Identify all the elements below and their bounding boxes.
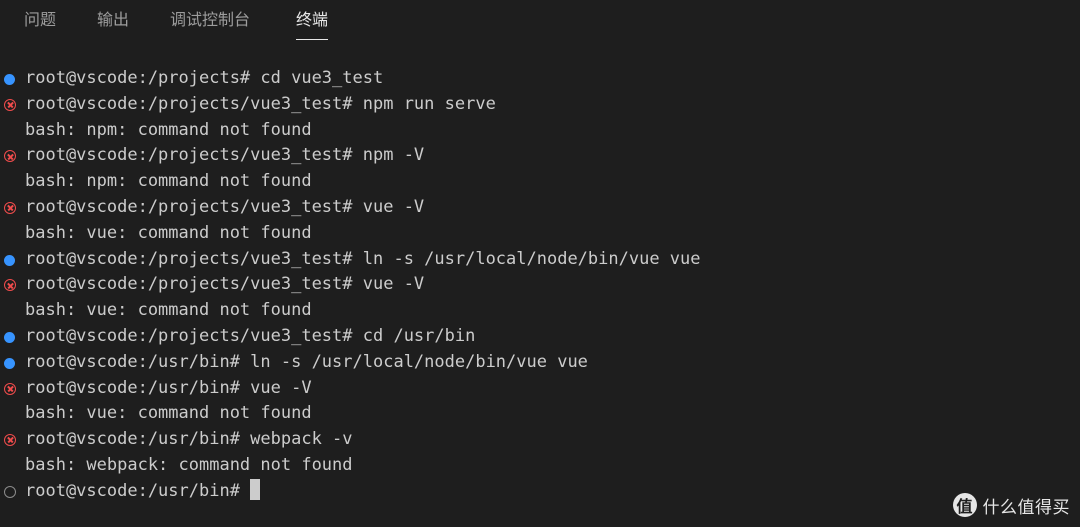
terminal-line: root@vscode:/usr/bin# vue -V — [0, 376, 1080, 402]
terminal-line: root@vscode:/projects/vue3_test# cd /usr… — [0, 324, 1080, 350]
circle-x-icon[interactable] — [4, 150, 16, 163]
terminal-line-text: bash: npm: command not found — [25, 171, 312, 192]
terminal-line-text: bash: vue: command not found — [25, 300, 312, 321]
terminal-line: bash: npm: command not found — [0, 169, 1080, 195]
terminal-line-text: bash: webpack: command not found — [25, 454, 353, 475]
terminal-line-text: root@vscode:/projects/vue3_test# npm -V — [25, 145, 425, 166]
terminal-line-text: root@vscode:/usr/bin# — [25, 478, 260, 505]
tab-terminal[interactable]: 终端 — [296, 9, 329, 40]
watermark: 值 什么值得买 — [952, 491, 1071, 519]
circle-filled-icon[interactable] — [4, 331, 15, 343]
terminal-line-text: root@vscode:/usr/bin# webpack -v — [25, 429, 353, 450]
terminal-line: root@vscode:/usr/bin# webpack -v — [0, 427, 1080, 453]
terminal-line: root@vscode:/projects# cd vue3_test — [0, 66, 1080, 92]
terminal-line-text: bash: vue: command not found — [25, 222, 312, 243]
terminal-line-text: root@vscode:/usr/bin# ln -s /usr/local/n… — [25, 351, 588, 372]
terminal-line: root@vscode:/usr/bin# ln -s /usr/local/n… — [0, 350, 1080, 376]
terminal-panel: 问题 输出 调试控制台 终端 root@vscode:/projects# cd… — [0, 0, 1080, 527]
circle-x-icon[interactable] — [4, 279, 16, 292]
terminal-line-text: bash: npm: command not found — [25, 119, 312, 140]
tab-debug-console[interactable]: 调试控制台 — [170, 9, 250, 31]
circle-filled-icon[interactable] — [4, 74, 15, 85]
watermark-text: 什么值得买 — [982, 497, 1070, 518]
terminal-line: root@vscode:/projects/vue3_test# vue -V — [0, 195, 1080, 221]
panel-tabs: 问题 输出 调试控制台 终端 — [0, 0, 1080, 44]
terminal-cursor — [249, 478, 260, 500]
tab-output[interactable]: 输出 — [97, 9, 129, 31]
terminal-line: root@vscode:/usr/bin# — [0, 478, 1080, 505]
terminal-line: bash: vue: command not found — [0, 401, 1080, 427]
circle-filled-icon[interactable] — [4, 254, 15, 266]
terminal-line: root@vscode:/projects/vue3_test# npm -V — [0, 143, 1080, 169]
terminal-line-text: root@vscode:/projects/vue3_test# ln -s /… — [25, 248, 701, 269]
terminal-line: root@vscode:/projects/vue3_test# ln -s /… — [0, 247, 1080, 273]
circle-filled-icon[interactable] — [4, 357, 15, 369]
terminal-line: bash: vue: command not found — [0, 298, 1080, 324]
terminal-line: bash: vue: command not found — [0, 221, 1080, 247]
circle-x-icon[interactable] — [4, 98, 16, 111]
terminal-line: root@vscode:/projects/vue3_test# npm run… — [0, 92, 1080, 118]
circle-x-icon[interactable] — [4, 201, 16, 214]
tab-problems[interactable]: 问题 — [24, 9, 56, 31]
terminal-output[interactable]: root@vscode:/projects# cd vue3_test root@… — [0, 66, 1080, 505]
terminal-line: root@vscode:/projects/vue3_test# vue -V — [0, 272, 1080, 298]
terminal-line-text: root@vscode:/projects/vue3_test# cd /usr… — [25, 325, 476, 346]
terminal-line: bash: npm: command not found — [0, 118, 1080, 144]
terminal-line-text: root@vscode:/projects/vue3_test# vue -V — [25, 196, 425, 217]
circle-x-icon[interactable] — [4, 382, 16, 395]
terminal-line-text: bash: vue: command not found — [25, 403, 312, 424]
watermark-logo-icon: 值 — [952, 493, 977, 517]
terminal-line-text: root@vscode:/projects# cd vue3_test — [25, 68, 384, 88]
terminal-line-text: root@vscode:/projects/vue3_test# vue -V — [25, 274, 425, 295]
circle-x-icon[interactable] — [4, 434, 16, 447]
terminal-line-text: root@vscode:/projects/vue3_test# npm run… — [25, 93, 496, 114]
terminal-line: bash: webpack: command not found — [0, 453, 1080, 479]
circle-outline-icon[interactable] — [4, 485, 16, 498]
terminal-line-text: root@vscode:/usr/bin# vue -V — [25, 377, 312, 398]
